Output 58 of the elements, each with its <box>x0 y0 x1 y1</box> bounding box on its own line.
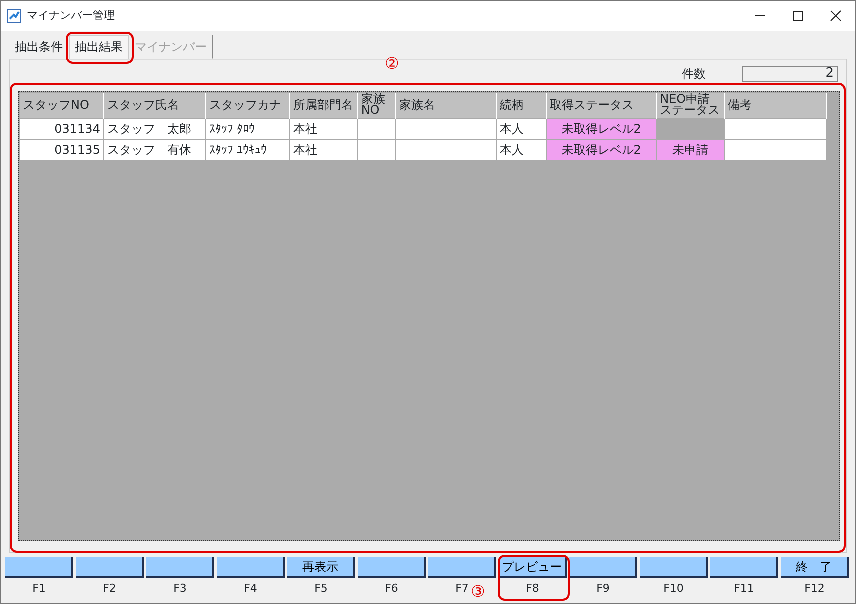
count-field: 2 <box>742 66 838 82</box>
key-label: F3 <box>174 581 187 597</box>
function-key-button[interactable] <box>710 557 778 578</box>
key-label: F11 <box>734 581 754 597</box>
table-cell: 未取得レベル2 <box>546 139 657 160</box>
key-label: F6 <box>385 581 398 597</box>
column-header: 家族名 <box>396 93 497 118</box>
function-key-button[interactable]: 終 了 <box>780 557 849 578</box>
key-label: F10 <box>664 581 684 597</box>
table-cell: 未申請 <box>656 139 725 160</box>
column-header: 取得ステータス <box>546 93 657 118</box>
column-header: NEO申請ステータス <box>656 93 725 118</box>
close-icon[interactable] <box>830 10 842 22</box>
table-cell: 031134 <box>20 118 104 139</box>
table-cell: ｽﾀｯﾌ ﾀﾛｳ <box>206 118 290 139</box>
window-title: マイナンバー管理 <box>27 8 116 24</box>
key-label: F12 <box>804 581 825 597</box>
function-key-button[interactable] <box>640 557 708 578</box>
table-cell <box>358 139 396 160</box>
table-cell: スタッフ 太郎 <box>104 118 206 139</box>
count-label: 件数 <box>682 66 706 82</box>
callout-number: ② <box>385 56 400 72</box>
function-key-button[interactable] <box>358 557 426 578</box>
maximize-icon[interactable] <box>792 10 804 22</box>
callout-number: ③ <box>471 584 486 600</box>
function-key-button[interactable]: プレビュー <box>498 557 567 578</box>
key-label: F4 <box>244 581 258 597</box>
function-key-button[interactable] <box>5 557 74 578</box>
key-label: F8 <box>526 581 540 597</box>
key-label: F1 <box>32 581 46 597</box>
function-key-button[interactable] <box>146 557 214 578</box>
column-header: スタッフ氏名 <box>104 93 206 118</box>
key-label: F2 <box>103 581 116 597</box>
table-cell <box>358 118 396 139</box>
app-icon <box>7 9 21 23</box>
function-key-button[interactable] <box>216 557 285 578</box>
table-cell: 本人 <box>496 139 547 160</box>
function-key-button[interactable] <box>428 557 496 578</box>
function-key-button[interactable]: 再表示 <box>287 557 356 578</box>
column-header: 備考 <box>724 93 826 118</box>
column-header: 続柄 <box>496 93 547 118</box>
column-header: スタッフカナ <box>206 93 290 118</box>
tab[interactable]: 抽出結果 <box>69 35 129 59</box>
function-key-button[interactable] <box>569 557 638 578</box>
table-cell: スタッフ 有休 <box>104 139 206 160</box>
column-header: 家族NO <box>358 93 396 118</box>
table-cell: 本人 <box>496 118 547 139</box>
column-header: 所属部門名 <box>290 93 358 118</box>
key-label: F7 <box>456 581 469 597</box>
table-cell: ｽﾀｯﾌ ﾕｳｷｭｳ <box>206 139 290 160</box>
table-cell: 031135 <box>20 139 104 160</box>
table-cell: 未取得レベル2 <box>546 118 657 139</box>
key-label: F9 <box>596 581 610 597</box>
key-label: F5 <box>314 581 328 597</box>
column-header: スタッフNO <box>20 93 104 118</box>
table-cell: 本社 <box>290 118 358 139</box>
function-key-button[interactable] <box>76 557 144 578</box>
table-cell: 本社 <box>290 139 358 160</box>
